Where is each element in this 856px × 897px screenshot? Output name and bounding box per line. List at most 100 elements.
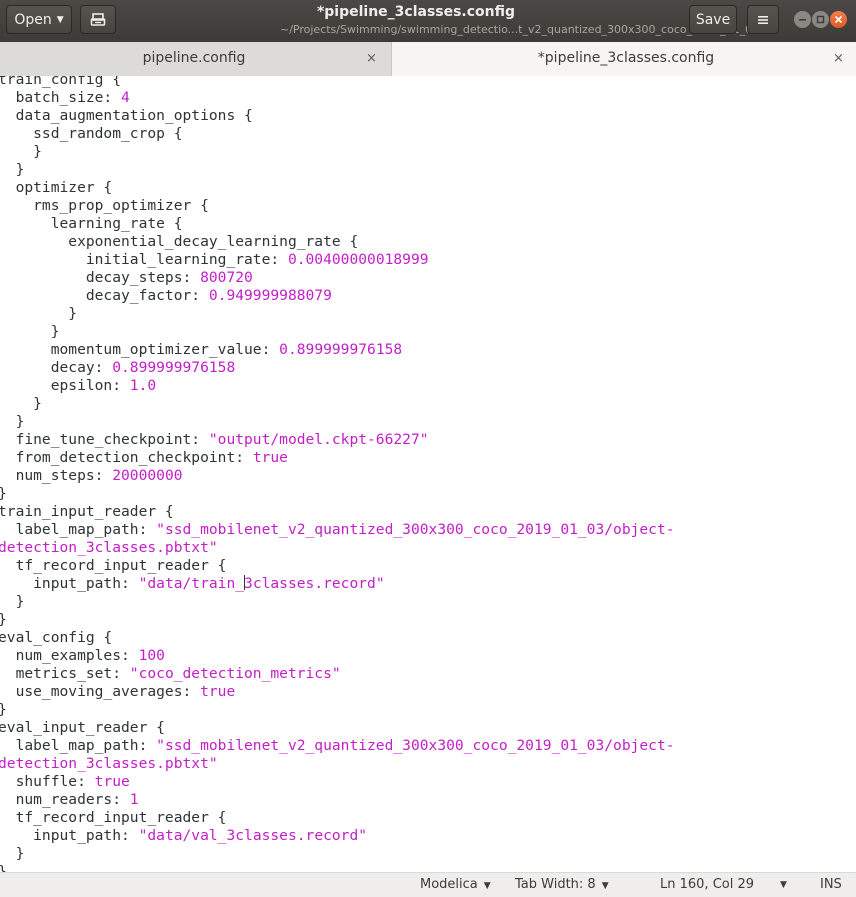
minimize-icon[interactable] xyxy=(794,11,811,28)
config-key: } xyxy=(0,395,42,412)
code-content[interactable]: train_config { batch_size: 4 data_augmen… xyxy=(0,76,675,872)
config-key: use_moving_averages: xyxy=(0,683,201,700)
code-line[interactable]: detection_3classes.pbtxt" xyxy=(0,755,675,773)
config-value: 0.899999976158 xyxy=(279,341,403,358)
code-line[interactable]: batch_size: 4 xyxy=(0,89,675,107)
config-key: decay_steps: xyxy=(0,269,201,286)
chevron-down-icon: ▼ xyxy=(56,14,64,25)
close-tab-icon[interactable]: × xyxy=(366,51,377,66)
code-line[interactable]: eval_config { xyxy=(0,629,675,647)
config-value: 800720 xyxy=(200,269,253,286)
config-value: "data/train_ xyxy=(138,575,245,592)
code-line[interactable]: use_moving_averages: true xyxy=(0,683,675,701)
code-line[interactable]: num_readers: 1 xyxy=(0,791,675,809)
code-line[interactable]: } xyxy=(0,323,675,341)
code-line[interactable]: exponential_decay_learning_rate { xyxy=(0,233,675,251)
code-line[interactable]: decay_factor: 0.949999988079 xyxy=(0,287,675,305)
config-value: true xyxy=(200,683,236,700)
code-line[interactable]: label_map_path: "ssd_mobilenet_v2_quanti… xyxy=(0,521,675,539)
cursor-position[interactable]: Ln 160, Col 29 xyxy=(660,877,754,892)
code-line[interactable]: } xyxy=(0,413,675,431)
code-line[interactable]: } xyxy=(0,701,675,719)
config-key: label_map_path: xyxy=(0,521,157,538)
config-key: momentum_optimizer_value: xyxy=(0,341,280,358)
code-line[interactable]: input_path: "data/val_3classes.record" xyxy=(0,827,675,845)
close-tab-icon[interactable]: × xyxy=(833,51,844,66)
code-line[interactable]: fine_tune_checkpoint: "output/model.ckpt… xyxy=(0,431,675,449)
text-editor[interactable]: train_config { batch_size: 4 data_augmen… xyxy=(0,76,856,872)
maximize-icon[interactable] xyxy=(812,11,829,28)
code-line[interactable]: } xyxy=(0,395,675,413)
code-line[interactable]: rms_prop_optimizer { xyxy=(0,197,675,215)
code-line[interactable]: num_examples: 100 xyxy=(0,647,675,665)
code-line[interactable]: train_config { xyxy=(0,76,675,89)
code-line[interactable]: label_map_path: "ssd_mobilenet_v2_quanti… xyxy=(0,737,675,755)
config-value: 100 xyxy=(138,647,165,664)
config-key: label_map_path: xyxy=(0,737,157,754)
config-key: } xyxy=(0,413,25,430)
chevron-down-icon: ▼ xyxy=(601,881,609,891)
code-line[interactable]: tf_record_input_reader { xyxy=(0,809,675,827)
code-line[interactable]: } xyxy=(0,161,675,179)
config-key: num_steps: xyxy=(0,467,113,484)
config-value: true xyxy=(94,773,130,790)
code-line[interactable]: ssd_random_crop { xyxy=(0,125,675,143)
config-value: 0.00400000018999 xyxy=(287,251,429,268)
code-line[interactable]: detection_3classes.pbtxt" xyxy=(0,539,675,557)
code-line[interactable]: shuffle: true xyxy=(0,773,675,791)
config-value: 3classes.record" xyxy=(244,575,385,592)
code-line[interactable]: decay_steps: 800720 xyxy=(0,269,675,287)
tab-width-label: Tab Width: 8 xyxy=(515,877,596,892)
code-line[interactable]: input_path: "data/train_3classes.record" xyxy=(0,575,675,593)
code-line[interactable]: data_augmentation_options { xyxy=(0,107,675,125)
config-key: } xyxy=(0,611,7,628)
save-button[interactable]: Save xyxy=(689,5,737,34)
code-line[interactable]: decay: 0.899999976158 xyxy=(0,359,675,377)
code-line[interactable]: } xyxy=(0,863,675,872)
config-value: 0.899999976158 xyxy=(112,359,236,376)
config-key: } xyxy=(0,143,42,160)
status-bar: Modelica ▼ Tab Width: 8 ▼ Ln 160, Col 29 ▼… xyxy=(0,872,856,897)
config-key: train_config { xyxy=(0,76,122,88)
code-line[interactable]: } xyxy=(0,143,675,161)
code-line[interactable]: } xyxy=(0,305,675,323)
config-key: decay_factor: xyxy=(0,287,209,304)
code-line[interactable]: momentum_optimizer_value: 0.899999976158 xyxy=(0,341,675,359)
config-value: "ssd_mobilenet_v2_quantized_300x300_coco… xyxy=(156,521,675,538)
tab-pipeline-3classes-config[interactable]: *pipeline_3classes.config × xyxy=(392,42,856,76)
code-line[interactable]: optimizer { xyxy=(0,179,675,197)
code-line[interactable]: } xyxy=(0,485,675,503)
code-line[interactable]: initial_learning_rate: 0.00400000018999 xyxy=(0,251,675,269)
code-line[interactable]: } xyxy=(0,593,675,611)
config-key: ssd_random_crop { xyxy=(0,125,183,142)
config-key: tf_record_input_reader { xyxy=(0,809,227,826)
hamburger-menu-button[interactable] xyxy=(747,5,779,34)
config-value: "ssd_mobilenet_v2_quantized_300x300_coco… xyxy=(156,737,675,754)
code-line[interactable]: metrics_set: "coco_detection_metrics" xyxy=(0,665,675,683)
window-controls xyxy=(794,11,847,28)
config-value: 1 xyxy=(129,791,139,808)
config-key: } xyxy=(0,863,7,872)
open-button[interactable]: Open ▼ xyxy=(6,5,72,34)
code-line[interactable]: tf_record_input_reader { xyxy=(0,557,675,575)
code-line[interactable]: from_detection_checkpoint: true xyxy=(0,449,675,467)
chevron-down-icon[interactable]: ▼ xyxy=(780,880,787,890)
tab-pipeline-config[interactable]: pipeline.config × xyxy=(0,42,392,76)
close-window-icon[interactable] xyxy=(830,11,847,28)
config-key: } xyxy=(0,593,25,610)
language-selector[interactable]: Modelica ▼ xyxy=(420,877,491,892)
config-key: tf_record_input_reader { xyxy=(0,557,227,574)
code-line[interactable]: learning_rate { xyxy=(0,215,675,233)
code-line[interactable]: eval_input_reader { xyxy=(0,719,675,737)
tab-width-selector[interactable]: Tab Width: 8 ▼ xyxy=(515,877,609,892)
config-value: 1.0 xyxy=(129,377,157,394)
config-key: } xyxy=(0,845,25,862)
code-line[interactable]: num_steps: 20000000 xyxy=(0,467,675,485)
code-line[interactable]: train_input_reader { xyxy=(0,503,675,521)
code-line[interactable]: } xyxy=(0,611,675,629)
code-line[interactable]: } xyxy=(0,845,675,863)
header-bar: Open ▼ *pipeline_3classes.config ~/Proje… xyxy=(0,0,856,42)
config-value: detection_3classes.pbtxt" xyxy=(0,755,218,772)
code-line[interactable]: epsilon: 1.0 xyxy=(0,377,675,395)
config-key: shuffle: xyxy=(0,773,95,790)
